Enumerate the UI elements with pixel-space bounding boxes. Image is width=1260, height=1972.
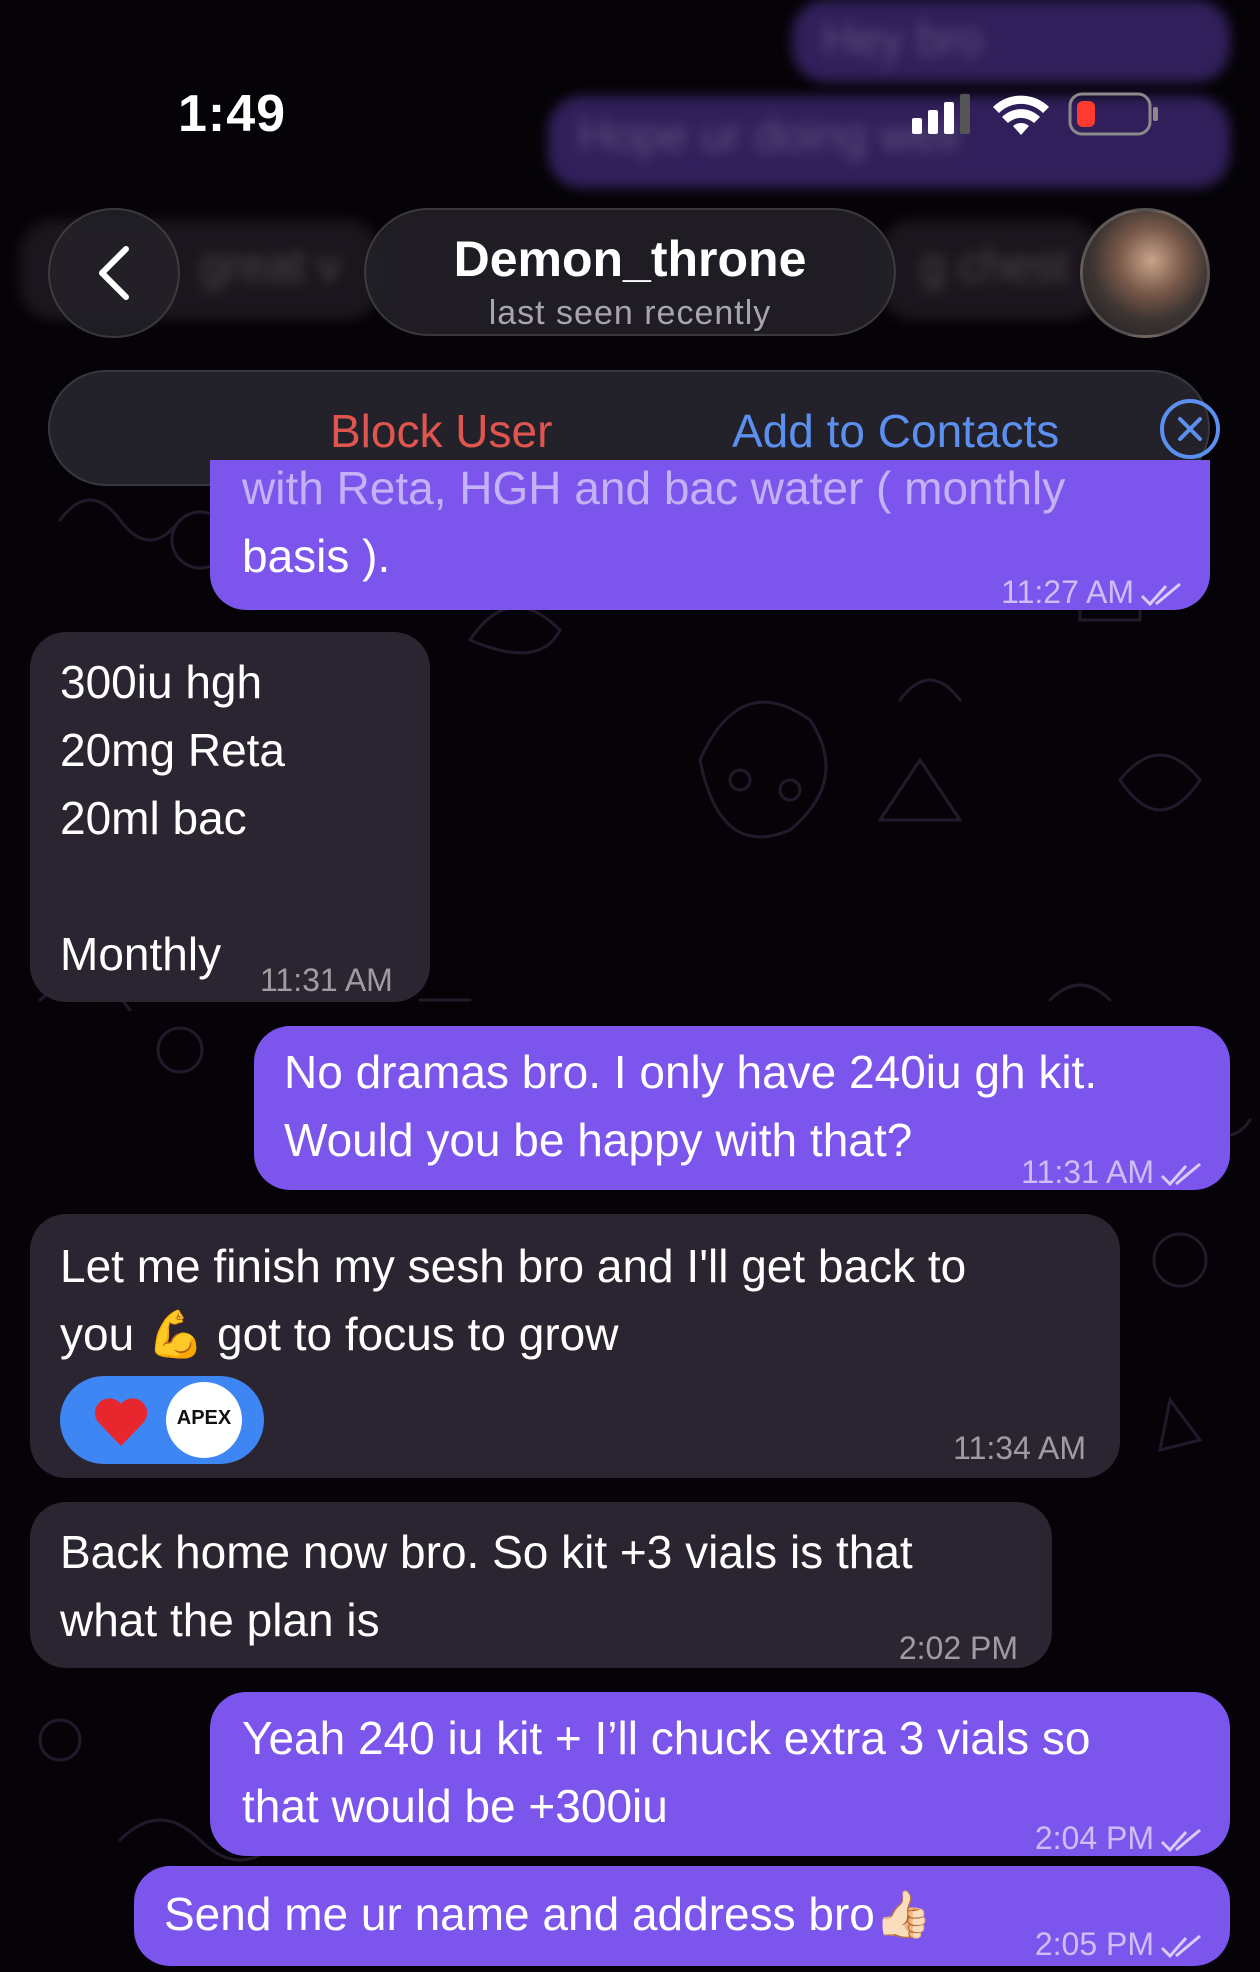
back-button[interactable] [48,208,180,338]
contact-name: Demon_throne [453,231,807,287]
message-time: 11:27 AM [1001,574,1134,610]
message-time: 2:02 PM [898,1630,1018,1666]
double-check-icon [1160,1934,1201,1958]
contact-status: last seen recently [488,294,772,332]
close-action-bar-button[interactable] [1160,399,1220,459]
message-outgoing[interactable]: No dramas bro. I only have 240iu gh kit.… [254,1026,1230,1190]
message-text: with Reta, HGH and bac water ( monthly [242,462,1066,514]
avatar[interactable] [1080,208,1210,338]
message-text: what the plan is [60,1594,380,1646]
signal-icon [912,94,970,134]
message-outgoing[interactable]: Yeah 240 iu kit + I’ll chuck extra 3 via… [210,1692,1230,1856]
message-time: 2:05 PM [1034,1926,1154,1962]
message-outgoing[interactable]: with Reta, HGH and bac water ( monthly b… [210,460,1210,610]
block-user-button[interactable]: Block User [330,404,552,458]
message-text: Yeah 240 iu kit + I’ll chuck extra 3 via… [242,1712,1091,1764]
message-text: 300iu hgh [60,656,263,708]
message-text: you 💪 got to focus to grow [60,1308,619,1360]
message-text: 20ml bac [60,792,247,844]
ghost-message: g chest [880,220,1100,320]
message-meta: 2:05 PM [1035,1910,1204,1972]
close-icon [1178,417,1202,441]
battery-low-icon [1068,92,1158,136]
message-meta: 11:31 AM [1021,1138,1204,1206]
add-to-contacts-button[interactable]: Add to Contacts [732,404,1059,458]
message-text: No dramas bro. I only have 240iu gh kit. [284,1046,1098,1098]
message-incoming[interactable]: Back home now bro. So kit +3 vials is th… [30,1502,1052,1668]
message-time: 11:31 AM [260,962,393,998]
message-text: Would you be happy with that? [284,1114,913,1166]
reaction-avatar: APEX [166,1382,242,1458]
double-check-icon [1160,1828,1201,1852]
message-text: Monthly [60,928,222,980]
heart-reaction-icon [94,1398,148,1446]
message-text: Back home now bro. So kit +3 vials is th… [60,1526,913,1578]
message-time: 11:31 AM [1021,1154,1154,1190]
status-time: 1:49 [178,85,287,143]
message-incoming[interactable]: 300iu hgh 20mg Reta 20ml bac Monthly 11:… [30,632,430,1002]
chevron-left-icon [99,246,129,300]
double-check-icon [1140,582,1181,606]
message-text: Let me finish my sesh bro and I'll get b… [60,1240,967,1292]
reaction-bar[interactable]: APEX [60,1376,264,1464]
message-incoming[interactable]: Let me finish my sesh bro and I'll get b… [30,1214,1120,1478]
message-outgoing[interactable]: Send me ur name and address bro👍🏻 2:05 P… [134,1866,1230,1966]
message-time: 11:34 AM [953,1430,1086,1466]
double-check-icon [1160,1162,1201,1186]
message-text: basis ). [242,530,391,582]
message-text: that would be +300iu [242,1780,668,1832]
wifi-icon [993,95,1049,135]
message-meta: 11:27 AM [1001,558,1184,610]
ghost-message: Hey bro [792,0,1230,82]
message-text: Send me ur name and address bro👍🏻 [164,1888,933,1940]
message-text: 20mg Reta [60,724,286,776]
status-icons [912,92,1160,136]
chat-title[interactable]: Demon_throne last seen recently [364,208,896,336]
message-meta: 2:04 PM [1035,1804,1204,1872]
message-time: 2:04 PM [1034,1820,1154,1856]
